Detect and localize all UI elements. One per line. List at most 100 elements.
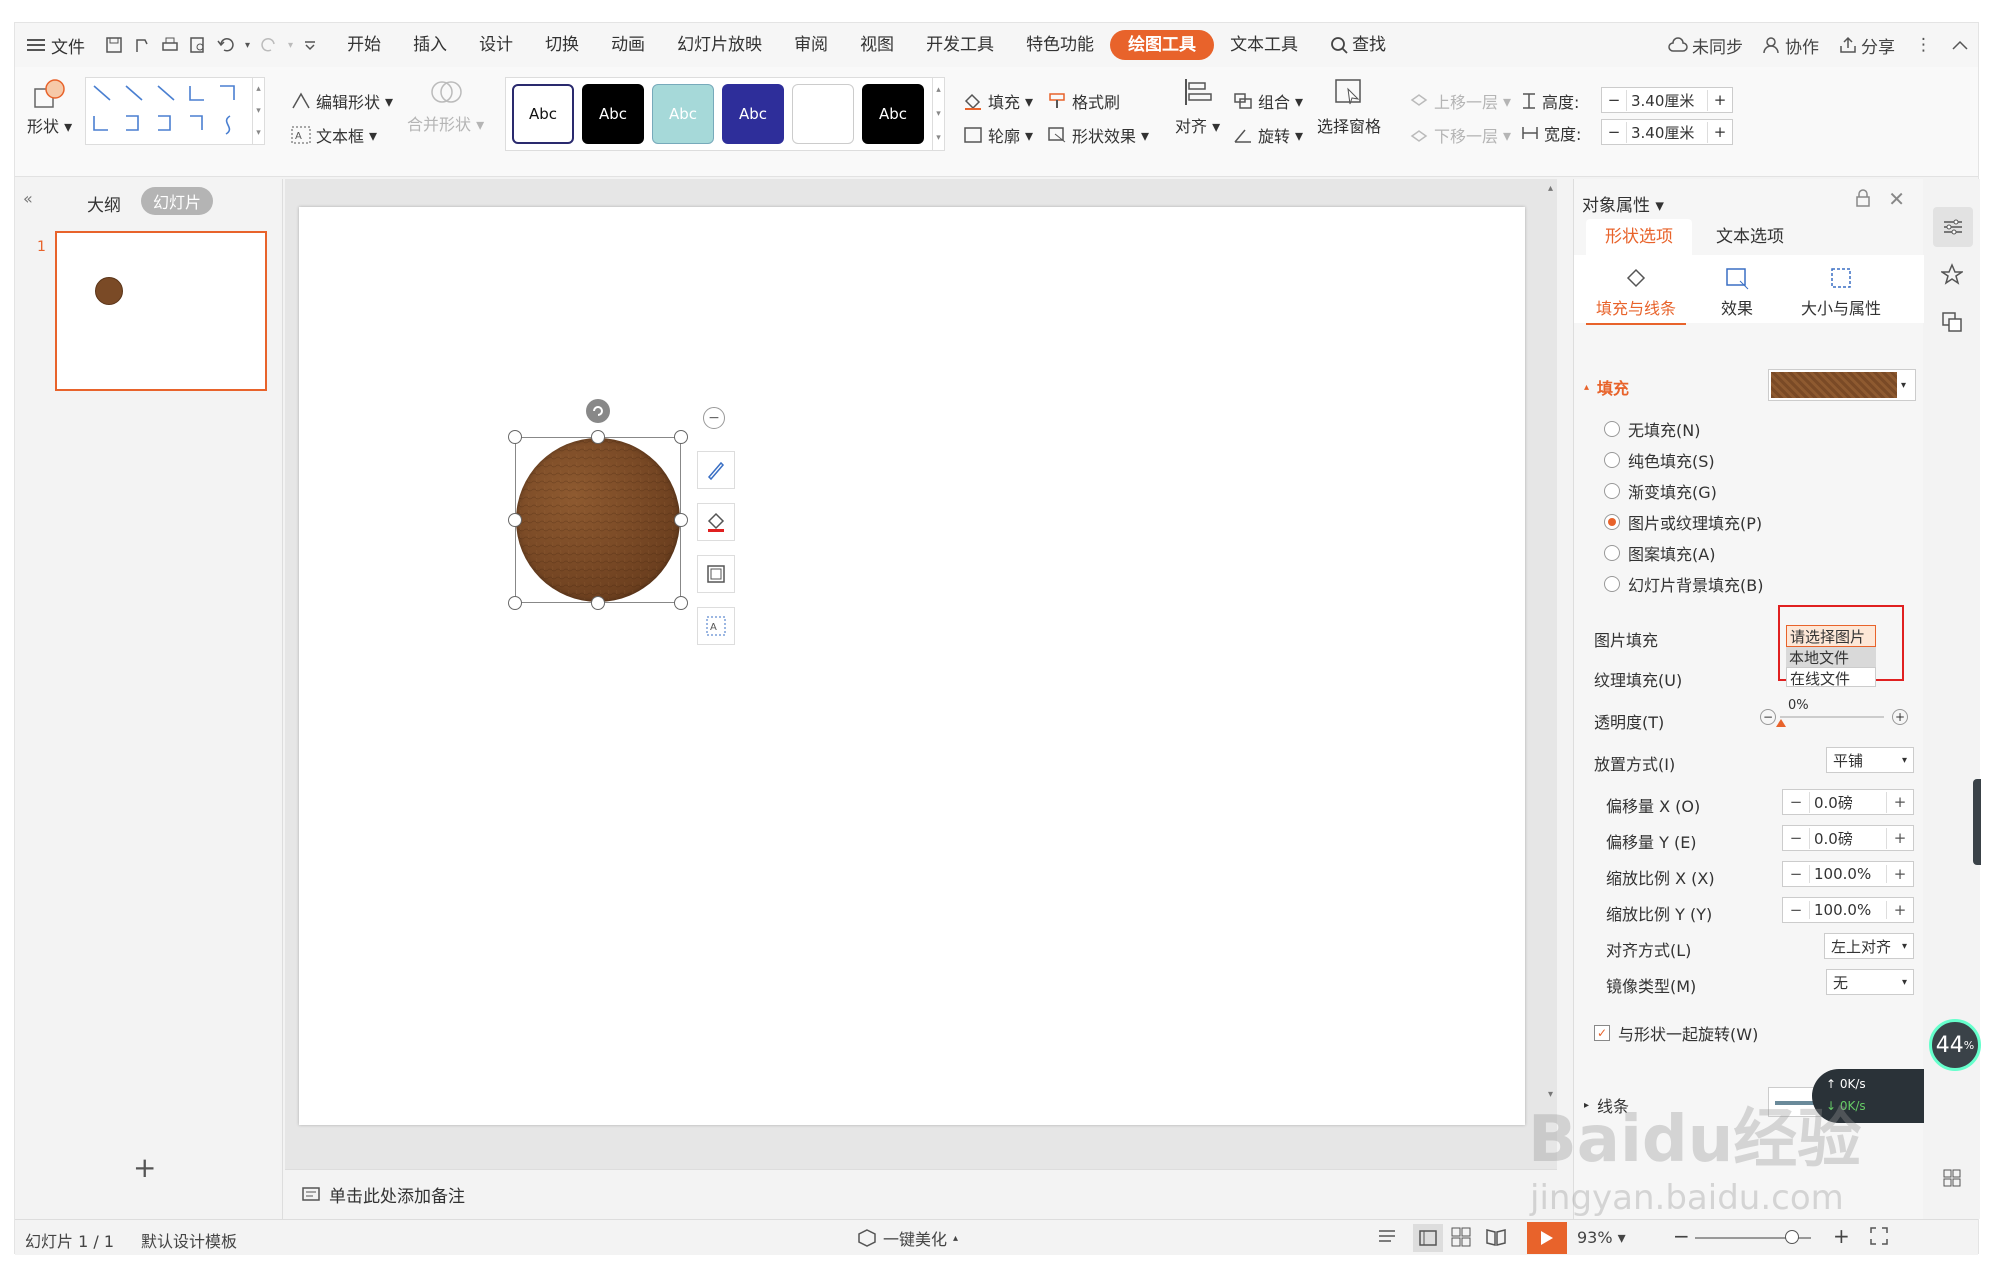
fit-window-icon[interactable] — [1869, 1226, 1889, 1250]
float-brush-icon[interactable] — [697, 451, 735, 489]
print-icon[interactable] — [161, 36, 179, 54]
add-slide-icon[interactable]: + — [133, 1151, 156, 1184]
resize-handle-l[interactable] — [508, 513, 522, 527]
fill-option-slide-bg[interactable]: 幻灯片背景填充(B) — [1604, 572, 1763, 596]
rotate-button[interactable]: 旋转 ▾ — [1233, 123, 1303, 147]
search-button[interactable]: 查找 — [1314, 30, 1402, 60]
float-text-icon[interactable]: A — [697, 607, 735, 645]
tab-review[interactable]: 审阅 — [778, 30, 844, 60]
textbox-button[interactable]: A 文本框 ▾ — [291, 123, 377, 147]
transparency-thumb[interactable] — [1776, 719, 1786, 727]
redo-icon[interactable] — [260, 36, 278, 54]
fill-section-header[interactable]: ▴ 填充 — [1584, 375, 1629, 399]
zoom-slider-thumb[interactable] — [1785, 1230, 1799, 1244]
tab-slideshow[interactable]: 幻灯片放映 — [661, 30, 778, 60]
tab-outline[interactable]: 大纲 — [87, 191, 121, 216]
tab-features[interactable]: 特色功能 — [1010, 30, 1110, 60]
customize-icon[interactable] — [303, 38, 317, 52]
notes-area[interactable]: 单击此处添加备注 — [285, 1169, 1557, 1219]
float-outline-icon[interactable] — [697, 555, 735, 593]
tab-shape-options[interactable]: 形状选项 — [1586, 219, 1692, 255]
resize-handle-bl[interactable] — [508, 596, 522, 610]
notes-view-icon[interactable] — [1377, 1227, 1401, 1251]
subtab-effect[interactable]: 效果 — [1702, 265, 1772, 319]
tab-insert[interactable]: 插入 — [397, 30, 463, 60]
align-button[interactable]: 对齐 ▾ — [1175, 77, 1220, 137]
mirror-select[interactable]: 无 ▾ — [1826, 969, 1914, 995]
translate-icon[interactable] — [1941, 311, 1963, 338]
resize-handle-t[interactable] — [591, 430, 605, 444]
undo-dropdown-icon[interactable]: ▾ — [245, 40, 250, 51]
tab-start[interactable]: 开始 — [331, 30, 397, 60]
resize-handle-b[interactable] — [591, 596, 605, 610]
placement-select[interactable]: 平铺 ▾ — [1826, 747, 1914, 773]
scale-x-input[interactable]: −100.0% + — [1782, 861, 1914, 887]
star-icon[interactable] — [1939, 263, 1965, 290]
undo-icon[interactable] — [217, 36, 235, 54]
style-outline-navy[interactable]: Abc — [512, 84, 574, 144]
subtab-fill-line[interactable]: 填充与线条 — [1586, 265, 1686, 325]
more-icon[interactable]: ⋮ — [1915, 35, 1932, 55]
style-black-2[interactable]: Abc — [862, 84, 924, 144]
collapse-float-toolbar-icon[interactable]: − — [703, 407, 725, 429]
collapse-ribbon-icon[interactable] — [1952, 40, 1968, 50]
resize-handle-br[interactable] — [674, 596, 688, 610]
tab-transition[interactable]: 切换 — [529, 30, 595, 60]
reading-view-icon[interactable] — [1485, 1227, 1507, 1251]
menu-online-file[interactable]: 在线文件 — [1786, 667, 1876, 688]
resize-handle-r[interactable] — [674, 513, 688, 527]
tab-text-tools[interactable]: 文本工具 — [1214, 30, 1314, 60]
properties-icon[interactable] — [1933, 207, 1973, 247]
play-slideshow-button[interactable] — [1527, 1222, 1567, 1254]
tab-animation[interactable]: 动画 — [595, 30, 661, 60]
shape-effect-button[interactable]: 形状效果 ▾ — [1047, 123, 1149, 147]
tab-developer[interactable]: 开发工具 — [910, 30, 1010, 60]
edit-shape-button[interactable]: 编辑形状 ▾ — [291, 89, 393, 113]
normal-view-icon[interactable] — [1413, 1224, 1443, 1252]
resize-handle-tl[interactable] — [508, 430, 522, 444]
panel-title[interactable]: 对象属性 ▾ — [1582, 191, 1664, 216]
format-painter-button[interactable]: 格式刷 — [1047, 89, 1120, 113]
height-decrease[interactable]: − — [1602, 91, 1626, 109]
style-navy[interactable]: Abc — [722, 84, 784, 144]
menu-local-file[interactable]: 本地文件 — [1786, 647, 1876, 669]
slide-thumbnail[interactable] — [55, 231, 267, 391]
lock-icon[interactable] — [1855, 189, 1871, 211]
float-fill-icon[interactable] — [697, 503, 735, 541]
outline-button[interactable]: 轮廓 ▾ — [963, 123, 1033, 147]
redo-dropdown-icon[interactable]: ▾ — [288, 40, 293, 51]
bring-forward-button[interactable]: 上移一层 ▾ — [1409, 89, 1511, 113]
style-black[interactable]: Abc — [582, 84, 644, 144]
rotate-handle-icon[interactable] — [586, 399, 610, 423]
fill-option-picture[interactable]: 图片或纹理填充(P) — [1604, 510, 1762, 534]
height-input[interactable]: − 3.40厘米 + — [1601, 87, 1733, 113]
line-gallery[interactable]: ▴ ▾ ▾ — [85, 77, 265, 145]
offset-y-input[interactable]: −0.0磅 + — [1782, 825, 1914, 851]
collab-button[interactable]: 协作 — [1763, 33, 1819, 58]
slide[interactable]: − A — [299, 207, 1525, 1125]
zoom-level[interactable]: 93% ▾ — [1577, 1228, 1626, 1247]
collapse-pane-icon[interactable]: « — [23, 189, 33, 208]
transparency-decrease[interactable]: − — [1760, 709, 1776, 725]
style-white[interactable] — [792, 84, 854, 144]
beautify-button[interactable]: 一键美化 ▴ — [857, 1226, 958, 1250]
align-mode-select[interactable]: 左上对齐 ▾ — [1824, 933, 1914, 959]
width-input[interactable]: − 3.40厘米 + — [1601, 119, 1733, 145]
grid-icon[interactable] — [1943, 1169, 1961, 1192]
send-backward-button[interactable]: 下移一层 ▾ — [1409, 123, 1511, 147]
fill-option-gradient[interactable]: 渐变填充(G) — [1604, 479, 1717, 503]
fill-option-pattern[interactable]: 图案填充(A) — [1604, 541, 1715, 565]
leather-circle-shape[interactable] — [516, 438, 680, 602]
fill-option-solid[interactable]: 纯色填充(S) — [1604, 448, 1715, 472]
share-button[interactable]: 分享 — [1839, 33, 1895, 58]
export-pdf-icon[interactable] — [133, 36, 151, 54]
scroll-up-icon[interactable]: ▴ — [1548, 183, 1553, 194]
shape-button[interactable]: 形状 ▾ — [27, 77, 72, 137]
merge-shape-button[interactable]: 合并形状 ▾ — [407, 77, 484, 135]
tab-text-options[interactable]: 文本选项 — [1716, 219, 1784, 255]
transparency-slider[interactable] — [1780, 716, 1884, 718]
close-panel-icon[interactable]: ✕ — [1888, 187, 1905, 211]
print-preview-icon[interactable] — [189, 36, 207, 54]
style-gallery-scroll[interactable]: ▴ ▾ ▾ — [932, 78, 944, 150]
offset-x-input[interactable]: −0.0磅 + — [1782, 789, 1914, 815]
